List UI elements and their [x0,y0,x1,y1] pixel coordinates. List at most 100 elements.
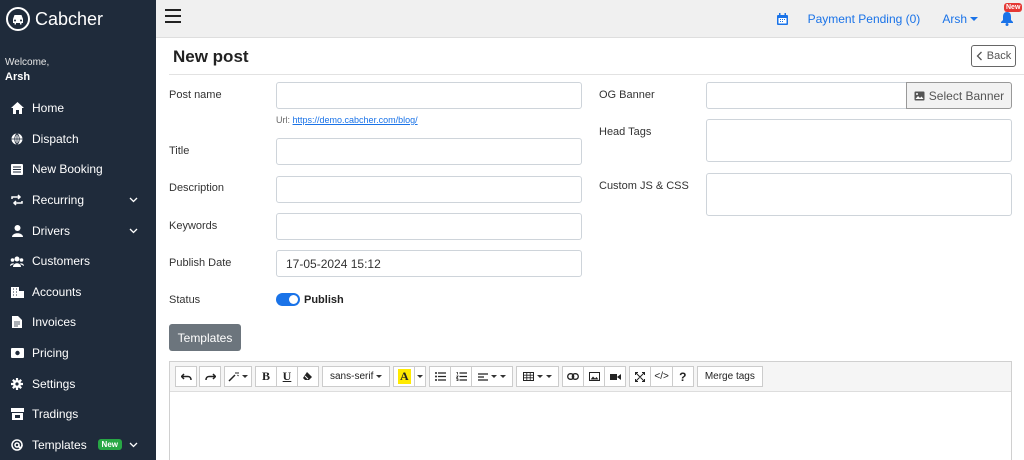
sidebar-item-label: Pricing [32,346,69,361]
head-tags-textarea[interactable] [706,119,1012,162]
sidebar-item-settings[interactable]: Settings [0,368,156,399]
file-icon [10,315,24,329]
welcome-user: Arsh [5,71,31,83]
head-tags-label: Head Tags [599,126,652,138]
sidebar-item-new-booking[interactable]: New Booking [0,154,156,185]
bell-icon [1001,12,1013,26]
blog-url-link[interactable]: https://demo.cabcher.com/blog/ [293,115,418,125]
sidebar-item-label: Invoices [32,315,77,330]
paragraph-align-dropdown[interactable] [471,366,514,387]
font-family-dropdown[interactable]: sans-serif [322,366,391,387]
caret-down-icon [376,375,383,378]
fullscreen-button[interactable] [629,366,652,387]
table-icon [523,372,535,381]
merge-group: Merge tags [696,366,763,387]
chevron-down-icon[interactable] [128,440,138,450]
templates-button[interactable]: Templates [169,324,241,351]
editor-body[interactable] [170,392,1011,460]
font-family-group: sans-serif [322,366,391,387]
back-button-label: Back [986,50,1012,62]
publish-date-input[interactable] [276,250,582,277]
underline-button[interactable]: U [276,366,298,387]
chevron-down-icon[interactable] [128,195,138,205]
font-style-group: B U [255,366,319,387]
status-label: Status [169,294,201,306]
custom-js-label: Custom JS & CSS [599,180,689,192]
ordered-list-button[interactable] [450,366,473,387]
status-value: Publish [304,294,344,306]
back-button[interactable]: Back [971,45,1016,67]
post-name-input[interactable] [276,82,582,109]
sidebar-item-pricing[interactable]: Pricing [0,338,156,369]
home-icon [10,101,24,115]
select-banner-button[interactable]: Select Banner [906,82,1012,109]
undo-button[interactable] [175,366,197,387]
text-color-icon: A [398,369,411,384]
insert-link-button[interactable] [562,366,585,387]
status-toggle[interactable] [276,293,300,306]
text-color-button[interactable]: A [393,366,416,387]
insert-video-button[interactable] [604,366,627,387]
sidebar-item-label: Settings [32,376,76,391]
redo-button[interactable] [199,366,221,387]
description-input[interactable] [276,176,582,203]
sidebar-item-customers[interactable]: Customers [0,246,156,277]
chevron-down-icon[interactable] [128,226,138,236]
brand-name: Cabcher [35,8,104,29]
text-color-dropdown[interactable] [414,366,427,387]
payment-pending-link[interactable]: Payment Pending (0) [808,12,921,26]
sidebar-item-label: Home [32,101,65,116]
sidebar-item-dispatch[interactable]: Dispatch [0,124,156,155]
chevron-left-icon [976,51,982,61]
clear-format-button[interactable] [297,366,319,387]
history-group [175,366,221,387]
title-label: Title [169,145,190,157]
user-menu[interactable]: Arsh [942,12,978,26]
sidebar-item-invoices[interactable]: Invoices [0,307,156,338]
user-icon [10,224,24,238]
sidebar-item-label: Customers [32,254,91,269]
magic-wand-icon [228,371,239,382]
calendar-icon[interactable] [776,13,789,25]
sidebar-item-home[interactable]: Home [0,93,156,124]
users-icon [10,254,24,268]
sidebar-item-tradings[interactable]: Tradings [0,399,156,430]
code-view-button[interactable]: </> [650,366,673,387]
expand-icon [635,371,646,382]
menu-toggle-icon[interactable] [165,9,181,25]
notifications-bell[interactable]: New [1000,3,1023,27]
sidebar-item-templates[interactable]: Templates New [0,430,156,460]
globe-icon [10,132,24,146]
topbar: Payment Pending (0) Arsh New [156,0,1024,38]
sidebar-item-label: New Booking [32,162,103,177]
keywords-label: Keywords [169,220,218,232]
caret-down-icon [970,17,978,21]
sidebar-item-accounts[interactable]: Accounts [0,277,156,308]
sidebar-item-recurring[interactable]: Recurring [0,185,156,216]
eraser-icon [303,372,312,380]
custom-js-textarea[interactable] [706,173,1012,216]
toggle-knob [289,295,298,304]
caret-down-icon [417,375,424,378]
brand[interactable]: Cabcher [0,0,156,38]
caret-down-icon [491,375,498,378]
sidebar-item-label: Recurring [32,193,85,208]
insert-image-button[interactable] [583,366,606,387]
video-icon [609,373,621,380]
caret-down-icon [242,375,248,378]
unordered-list-button[interactable] [429,366,452,387]
style-dropdown[interactable] [224,366,252,387]
sidebar: Cabcher Welcome, Arsh Home Dispatch New … [0,0,156,460]
list-icon [10,162,24,176]
select-banner-label: Select Banner [928,88,1005,103]
merge-tags-button[interactable]: Merge tags [696,366,763,387]
sidebar-item-drivers[interactable]: Drivers [0,215,156,246]
help-button[interactable]: ? [671,366,694,387]
og-banner-input[interactable] [706,82,907,109]
keywords-input[interactable] [276,213,582,240]
sidebar-item-label: Accounts [32,284,82,299]
bold-button[interactable]: B [255,366,277,387]
title-input[interactable] [276,138,582,165]
table-dropdown[interactable] [516,366,560,387]
main-content: New post Back Post name Url: https://dem… [156,38,1024,460]
